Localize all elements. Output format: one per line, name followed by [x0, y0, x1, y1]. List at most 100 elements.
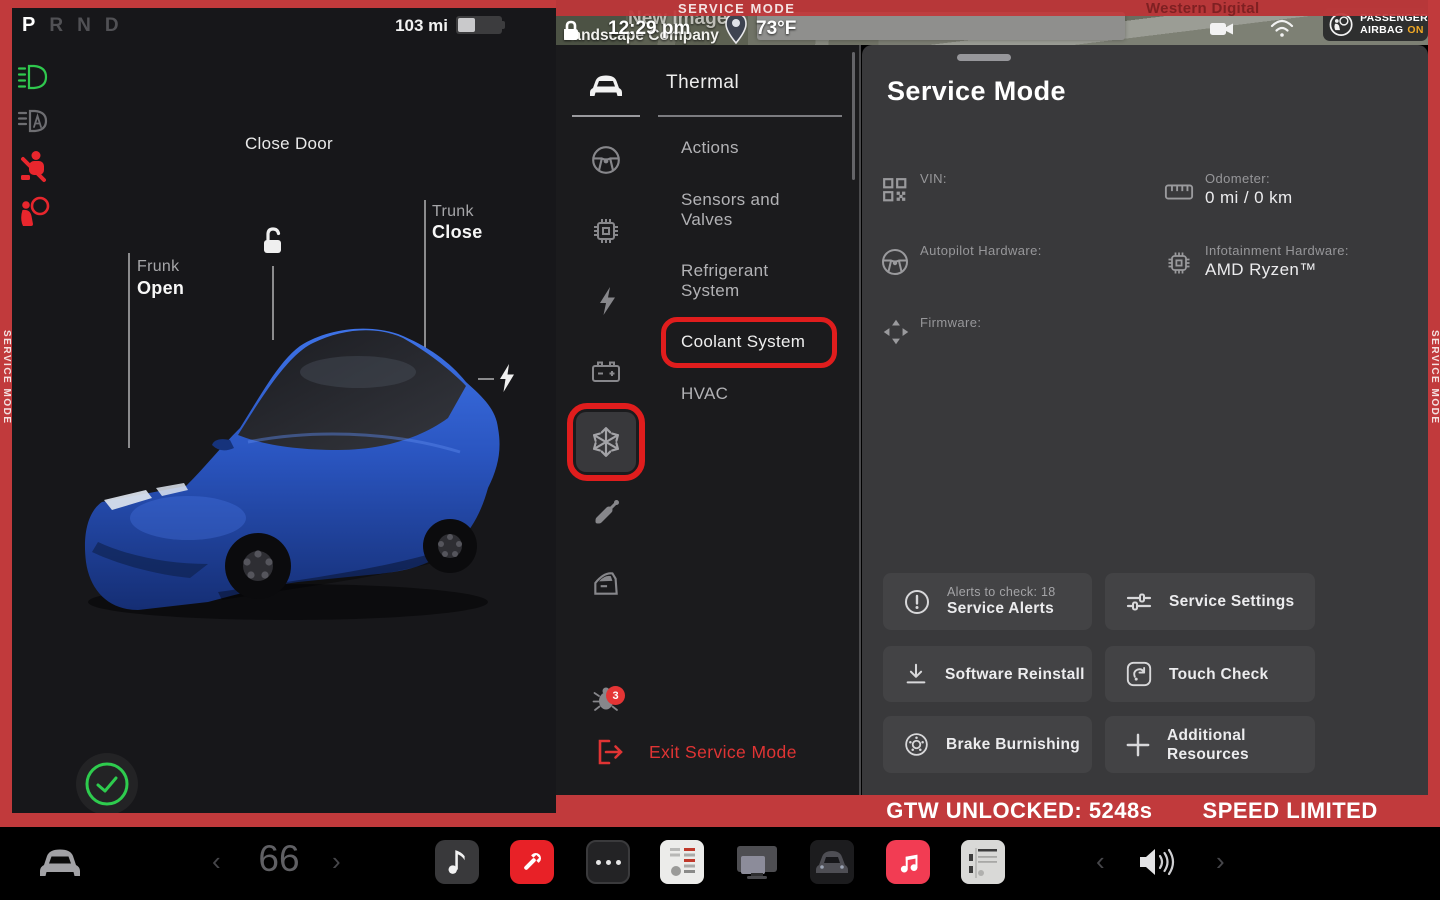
- service-frame-bottom-left: [12, 813, 556, 827]
- airbag-warning-icon: [18, 196, 52, 235]
- firmware-label: Firmware:: [920, 315, 981, 330]
- volume-down-chevron[interactable]: ‹: [1096, 846, 1105, 877]
- exit-icon: [595, 737, 625, 767]
- dock-display-app[interactable]: [735, 840, 779, 884]
- rail-tab-autopilot[interactable]: [590, 144, 622, 176]
- toolbox-icon: [966, 844, 1000, 880]
- odometer-label: Odometer:: [1205, 171, 1293, 186]
- panel-handle[interactable]: [957, 54, 1011, 61]
- dock-app-drawer-button[interactable]: [586, 840, 630, 884]
- service-settings-label: Service Settings: [1169, 592, 1294, 611]
- door-icon: [590, 568, 622, 598]
- odometer-icon: [1164, 180, 1194, 209]
- rail-tab-computer[interactable]: [590, 215, 622, 247]
- rail-tab-low-voltage[interactable]: [590, 357, 622, 387]
- menu-item-sensors-valves[interactable]: Sensors and Valves: [681, 190, 807, 230]
- dock-apple-music-app[interactable]: [886, 840, 930, 884]
- infotainment-hw-icon: [1165, 249, 1193, 282]
- dock-service-app[interactable]: [510, 840, 554, 884]
- rail-underline: [572, 115, 640, 117]
- beamed-note-icon: [896, 850, 920, 874]
- service-alerts-sublabel: Alerts to check: 18: [947, 585, 1056, 599]
- speed-limited-banner: GTW UNLOCKED: 5248s SPEED LIMITED: [556, 795, 1428, 827]
- menu-item-refrigerant-system[interactable]: Refrigerant System: [681, 261, 807, 301]
- battery-nub: [502, 21, 505, 29]
- gear-d[interactable]: D: [105, 15, 119, 36]
- gear-r[interactable]: R: [49, 15, 63, 36]
- rail-tab-issues[interactable]: 3: [592, 684, 622, 714]
- unlocked-icon[interactable]: [258, 226, 286, 263]
- software-reinstall-label: Software Reinstall: [945, 665, 1085, 684]
- notes-icon: [666, 844, 698, 880]
- gtw-unlocked-text: GTW UNLOCKED: 5248s: [886, 798, 1152, 824]
- volume-up-chevron[interactable]: ›: [1216, 846, 1225, 877]
- service-settings-button[interactable]: Service Settings: [1105, 573, 1315, 630]
- chip-icon: [590, 215, 622, 247]
- lock-status-icon[interactable]: [561, 20, 581, 47]
- service-alerts-button[interactable]: Alerts to check: 18 Service Alerts: [883, 573, 1092, 630]
- service-frame-left: SERVICE MODE: [0, 0, 12, 827]
- vin-icon: [882, 177, 908, 208]
- service-frame-top: SERVICE MODE Western Digital: [556, 0, 1440, 16]
- headlight-lowbeam-icon: [16, 62, 50, 97]
- brake-burnishing-button[interactable]: Brake Burnishing: [883, 716, 1092, 773]
- rail-tab-vehicle[interactable]: [588, 73, 624, 99]
- dock-vehicle-photo-app[interactable]: [810, 840, 854, 884]
- check-icon: [84, 761, 130, 807]
- menu-item-actions[interactable]: Actions: [681, 138, 807, 158]
- door-status-text[interactable]: Close Door: [177, 134, 401, 154]
- car-status-icon: [588, 73, 624, 99]
- cabin-temperature[interactable]: 66: [249, 838, 309, 880]
- rail-tab-suspension[interactable]: [591, 497, 621, 527]
- snowflake-icon: [589, 425, 623, 459]
- additional-resources-label: Additional Resources: [1167, 726, 1277, 764]
- gear-selector[interactable]: PRND: [22, 14, 133, 37]
- trunk-state[interactable]: Close: [432, 222, 483, 243]
- headlight-auto-icon: [16, 106, 50, 141]
- dock-toybox-app[interactable]: [961, 840, 1005, 884]
- temp-decrease-chevron[interactable]: ‹: [212, 846, 221, 877]
- temp-increase-chevron[interactable]: ›: [332, 846, 341, 877]
- menu-item-coolant-system[interactable]: Coolant System: [681, 332, 805, 352]
- menu-section-title: Thermal: [666, 72, 739, 94]
- clock: 12:29 pm: [608, 18, 690, 40]
- more-apps-icon: [596, 860, 601, 865]
- menu-item-hvac[interactable]: HVAC: [681, 384, 807, 404]
- rail-tab-high-voltage[interactable]: [594, 285, 620, 317]
- gear-n[interactable]: N: [77, 15, 91, 36]
- service-frame-left-label: SERVICE MODE: [1, 330, 12, 425]
- service-frame-top-left: [0, 0, 556, 8]
- dock-recent-app-media[interactable]: [435, 840, 479, 884]
- touch-check-icon: [1125, 660, 1153, 688]
- steering-wheel-icon: [590, 144, 622, 176]
- rail-tab-closures[interactable]: [590, 568, 622, 598]
- trunk-label: Trunk: [432, 203, 474, 221]
- exit-service-mode-button[interactable]: Exit Service Mode: [595, 737, 797, 767]
- speed-limited-text: SPEED LIMITED: [1203, 798, 1378, 824]
- alert-circle-icon: [903, 588, 931, 616]
- frunk-label: Frunk: [137, 258, 179, 276]
- chargeport-bolt-icon[interactable]: [498, 363, 516, 398]
- infotainment-hw-label: Infotainment Hardware:: [1205, 243, 1349, 258]
- volume-button[interactable]: [1134, 844, 1182, 885]
- battery-fill: [458, 18, 475, 32]
- touch-check-button[interactable]: Touch Check: [1105, 646, 1315, 702]
- additional-resources-button[interactable]: Additional Resources: [1105, 716, 1315, 773]
- thermal-annotation-ring: [567, 403, 645, 481]
- frunk-state[interactable]: Open: [137, 278, 184, 299]
- plus-icon: [1125, 732, 1151, 758]
- dock-car-icon: [37, 847, 83, 879]
- exit-service-mode-label: Exit Service Mode: [649, 742, 797, 763]
- menu-scrollbar[interactable]: [852, 52, 855, 180]
- wifi-icon: [1269, 17, 1295, 44]
- panel-divider: [859, 45, 861, 795]
- seatbelt-warning-icon: [18, 150, 50, 189]
- software-reinstall-button[interactable]: Software Reinstall: [883, 646, 1092, 702]
- gear-p[interactable]: P: [22, 14, 35, 36]
- vehicle-photo-icon: [814, 847, 850, 877]
- dock-car-controls-button[interactable]: [37, 847, 83, 884]
- check-confirm-button[interactable]: [76, 753, 138, 815]
- brake-burnishing-label: Brake Burnishing: [946, 735, 1080, 754]
- dock-release-notes-app[interactable]: [660, 840, 704, 884]
- rail-tab-thermal[interactable]: [576, 412, 636, 472]
